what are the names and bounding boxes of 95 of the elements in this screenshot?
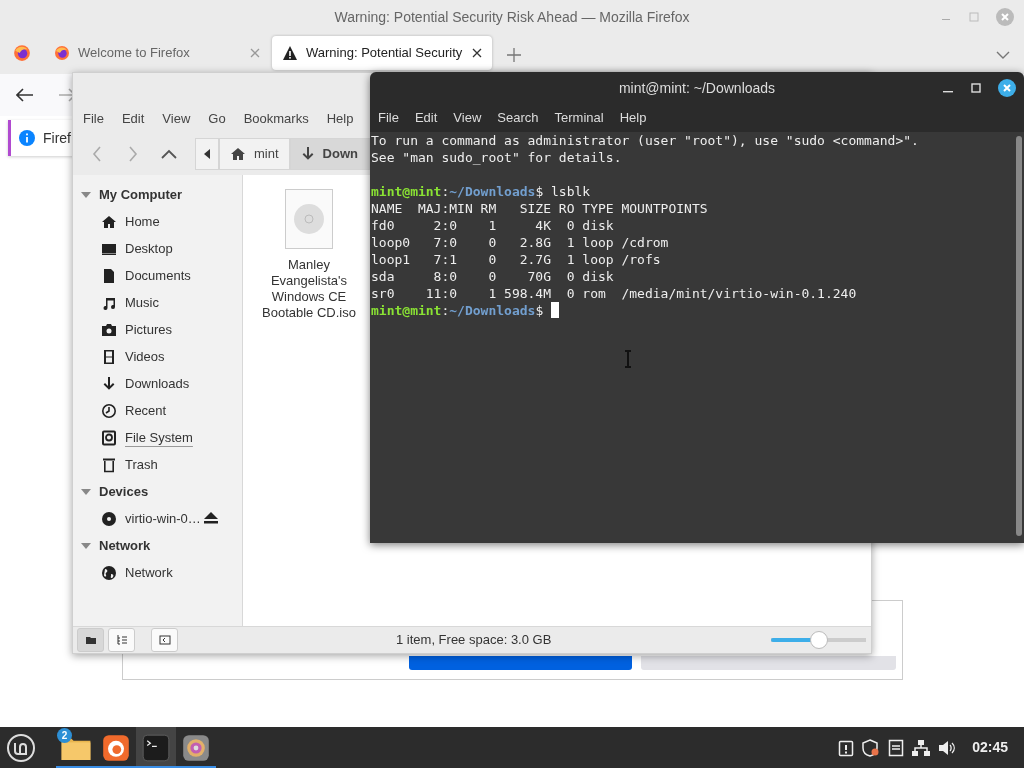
- document-icon: [101, 267, 117, 284]
- file-item[interactable]: Manley Evangelista's Windows CE Bootable CD.iso: [251, 189, 367, 321]
- terminal-line: sr0 11:0 1 598.4M 0 rom /media/mint/virtio-win-0.1.240: [371, 285, 858, 302]
- close-icon[interactable]: [472, 48, 482, 58]
- section-heading: Network: [99, 536, 151, 555]
- taskbar-app[interactable]: 2: [56, 727, 96, 768]
- clipboard-icon[interactable]: [838, 738, 855, 757]
- info-icon: [19, 130, 35, 146]
- disc-icon: [101, 510, 117, 527]
- menu-item[interactable]: Bookmarks: [235, 109, 317, 129]
- terminal-line: mint@mint:~/Downloads$ lsblk: [371, 183, 592, 200]
- close-icon[interactable]: [998, 79, 1016, 97]
- sidebar-item[interactable]: File System: [73, 424, 242, 451]
- menu-item[interactable]: Help: [318, 109, 362, 129]
- shield-icon[interactable]: [862, 738, 881, 757]
- window-title: mint@mint: ~/Downloads: [618, 78, 776, 98]
- menu-item[interactable]: Help: [611, 108, 655, 128]
- menu-item[interactable]: Search: [489, 108, 547, 128]
- download-icon: [300, 146, 315, 162]
- menu-item[interactable]: Edit: [113, 109, 153, 129]
- chevron-right-icon: [128, 146, 138, 162]
- status-text: 1 item, Free space: 3.0 GB: [396, 631, 552, 650]
- terminal-line: fd0 2:0 1 4K 0 disk: [371, 217, 615, 234]
- home-icon: [101, 213, 117, 230]
- terminal-line: loop0 7:0 0 2.8G 1 loop /cdrom: [371, 234, 670, 251]
- text-cursor-icon: [624, 350, 632, 368]
- new-tab-icon[interactable]: [507, 48, 521, 62]
- sidebar-toggle-button[interactable]: [151, 628, 178, 652]
- sidebar-item[interactable]: Pictures: [73, 316, 242, 343]
- notification-text: Firef: [43, 128, 71, 148]
- sidebar-item[interactable]: Documents: [73, 262, 242, 289]
- camera-icon: [101, 321, 117, 338]
- document-icon[interactable]: [888, 738, 905, 757]
- chevron-left-icon: [92, 146, 102, 162]
- sidebar-item[interactable]: Home: [73, 208, 242, 235]
- sidebar-item[interactable]: Downloads: [73, 370, 242, 397]
- sidebar-item[interactable]: Network: [73, 559, 242, 586]
- terminal-line: See "man sudo_root" for details.: [371, 149, 623, 166]
- tree-icon: [115, 634, 128, 646]
- back-icon[interactable]: [16, 88, 34, 102]
- firefox-icon: [54, 45, 70, 61]
- terminal-line: loop1 7:1 0 2.7G 1 loop /rofs: [371, 251, 662, 268]
- drive-icon: [101, 429, 117, 446]
- menu-item[interactable]: Go: [200, 109, 234, 129]
- terminal-line: sda 8:0 0 70G 0 disk: [371, 268, 615, 285]
- badge: 2: [57, 728, 72, 743]
- terminal-line: To run a command as administrator (user "root"), use "sudo <command>".: [371, 132, 920, 149]
- chevron-down-icon[interactable]: [996, 50, 1010, 60]
- expander-down-icon[interactable]: [81, 540, 91, 551]
- clock[interactable]: 02:45: [972, 737, 1008, 758]
- sidebar-item[interactable]: Trash: [73, 451, 242, 478]
- maximize-icon[interactable]: [970, 82, 982, 94]
- download-icon: [101, 375, 117, 392]
- sidebar-item[interactable]: Recent: [73, 397, 242, 424]
- menu-item[interactable]: File: [75, 109, 112, 129]
- home-icon: [230, 146, 246, 162]
- volume-icon[interactable]: [938, 738, 957, 757]
- network-icon[interactable]: [912, 738, 931, 757]
- chevron-up-icon: [161, 149, 177, 159]
- caret-left-icon: [204, 149, 210, 159]
- menu-item[interactable]: View: [445, 108, 490, 128]
- menu-item[interactable]: View: [154, 109, 199, 129]
- section-heading: My Computer: [99, 185, 183, 204]
- section-heading: Devices: [99, 482, 149, 501]
- terminal-line: mint@mint:~/Downloads$: [371, 302, 1024, 319]
- browser-tab[interactable]: Warning: Potential Security: [272, 36, 492, 70]
- warning-icon: [282, 45, 298, 61]
- path-scroll-button[interactable]: [195, 138, 219, 170]
- firefox-icon: [13, 44, 31, 62]
- eject-icon[interactable]: [203, 511, 219, 525]
- menu-item[interactable]: Terminal: [546, 108, 612, 128]
- sidebar-item[interactable]: Desktop: [73, 235, 242, 262]
- icon-view-button[interactable]: [77, 628, 104, 652]
- globe-icon: [101, 564, 117, 581]
- sidebar-item[interactable]: Videos: [73, 343, 242, 370]
- sidebar-item[interactable]: Music: [73, 289, 242, 316]
- disc-image-icon: [285, 189, 333, 249]
- path-button[interactable]: mint: [219, 138, 290, 170]
- menu-item[interactable]: File: [370, 108, 407, 128]
- film-icon: [101, 348, 117, 365]
- expander-down-icon[interactable]: [81, 189, 91, 200]
- menu-item[interactable]: Edit: [406, 108, 446, 128]
- sidebar-item[interactable]: virtio-win-0…: [73, 505, 242, 532]
- sidebar-icon: [158, 634, 171, 646]
- path-button[interactable]: Down: [289, 138, 370, 170]
- clock-icon: [101, 402, 117, 419]
- folder-icon: [84, 634, 97, 646]
- trash-icon: [101, 456, 117, 473]
- menu-icon[interactable]: [6, 732, 36, 763]
- expander-down-icon[interactable]: [81, 486, 91, 497]
- browser-tab[interactable]: Welcome to Firefox: [44, 36, 270, 70]
- scrollbar[interactable]: [1016, 136, 1022, 536]
- terminal-line: NAME MAJ:MIN RM SIZE RO TYPE MOUNTPOINTS: [371, 200, 709, 217]
- slider-thumb[interactable]: [809, 631, 828, 649]
- window-title: Warning: Potential Security Risk Ahead — Mozilla Firefox: [334, 7, 690, 27]
